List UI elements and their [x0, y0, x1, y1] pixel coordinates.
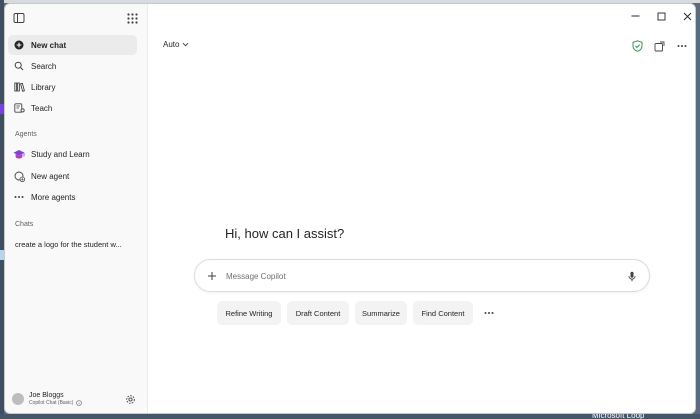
nav-label: Library [31, 82, 56, 92]
sidebar-item-library[interactable]: Library [8, 77, 137, 97]
microphone-icon[interactable] [625, 269, 639, 283]
user-profile[interactable]: Joe Bloggs Copilot Chat (Basic) [12, 392, 83, 406]
maximize-icon[interactable] [654, 9, 668, 23]
message-input[interactable] [226, 269, 606, 283]
avatar [12, 393, 24, 405]
agent-label: Study and Learn [31, 149, 90, 159]
suggestion-draft-content[interactable]: Draft Content [287, 301, 349, 325]
new-chat-plus-icon [13, 39, 25, 51]
sidebar-item-teach[interactable]: Teach [8, 98, 137, 118]
more-suggestions-icon[interactable] [482, 306, 496, 320]
nav-label: Search [31, 61, 57, 71]
suggestion-summarize[interactable]: Summarize [355, 301, 407, 325]
chat-history-item[interactable]: create a logo for the student w... [8, 234, 137, 254]
close-icon[interactable] [680, 9, 694, 23]
graduation-cap-icon [13, 148, 25, 160]
message-composer [194, 259, 650, 292]
copilot-window: New chat Search Library Teach Agents Stu… [4, 3, 696, 414]
chat-history-label: create a logo for the student w... [15, 239, 122, 249]
shield-check-icon[interactable] [630, 39, 644, 53]
search-icon [13, 60, 25, 72]
info-icon [76, 400, 83, 406]
model-selector[interactable]: Auto [163, 40, 189, 49]
profile-subtitle: Copilot Chat (Basic) [29, 400, 74, 406]
minimize-icon[interactable] [628, 9, 642, 23]
open-in-window-icon[interactable] [652, 39, 666, 53]
suggestion-find-content[interactable]: Find Content [413, 301, 473, 325]
sidebar: New chat Search Library Teach Agents Stu… [5, 4, 148, 413]
greeting-heading: Hi, how can I assist? [225, 226, 345, 241]
nav-label: New chat [31, 40, 67, 50]
settings-gear-icon[interactable] [124, 393, 136, 405]
apps-grid-icon[interactable] [124, 10, 140, 26]
sidebar-toggle-icon[interactable] [11, 10, 27, 26]
library-icon [13, 81, 25, 93]
agent-more-agents[interactable]: More agents [8, 187, 137, 207]
agent-study-and-learn[interactable]: Study and Learn [8, 144, 137, 164]
agent-label: More agents [31, 192, 76, 202]
teach-icon [13, 102, 25, 114]
chevron-down-icon [182, 42, 189, 47]
profile-name: Joe Bloggs [29, 392, 64, 399]
new-agent-icon [13, 170, 25, 182]
add-attachment-icon[interactable] [205, 269, 219, 283]
sidebar-item-search[interactable]: Search [8, 56, 137, 76]
chats-heading: Chats [15, 221, 34, 228]
suggestion-refine-writing[interactable]: Refine Writing [217, 301, 281, 325]
more-options-icon[interactable] [675, 39, 689, 53]
chat-main: Auto Hi, how can I assist? Message Copil… [148, 4, 695, 413]
agents-heading: Agents [15, 131, 37, 138]
new-chat-button[interactable]: New chat [8, 35, 137, 55]
nav-label: Teach [31, 103, 53, 113]
more-dots-icon [13, 191, 25, 203]
agent-new-agent[interactable]: New agent [8, 166, 137, 186]
model-label: Auto [163, 40, 180, 49]
agent-label: New agent [31, 171, 70, 181]
